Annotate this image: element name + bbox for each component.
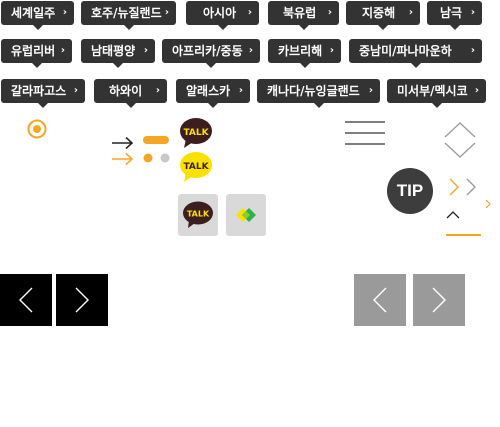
chevron-right-icon: › xyxy=(474,85,479,96)
chevron-right-icon: › xyxy=(327,7,332,18)
arrow-right-orange-icon xyxy=(111,152,135,166)
chevron-right-icon: › xyxy=(73,85,78,96)
hamburger-menu-icon[interactable] xyxy=(345,121,385,145)
tag-africa-middle-east[interactable]: 아프리카/중동 › xyxy=(162,39,260,68)
prev-button-dark[interactable] xyxy=(0,274,52,326)
kakaotalk-button-icon: TALK xyxy=(182,201,214,229)
kakaotalk-bubble-yellow-icon: TALK xyxy=(179,151,213,183)
tag-label: 지중해 xyxy=(362,6,396,20)
chevron-right-icon: › xyxy=(247,7,252,18)
tag-europe-river[interactable]: 유럽리버 › xyxy=(1,39,72,68)
tag-label: 캐나다/뉴잉글랜드 xyxy=(267,84,360,98)
tag-world-cruise[interactable]: 세계일주 › xyxy=(1,1,74,30)
chevron-right-icon: › xyxy=(155,85,160,96)
chevron-right-icon: › xyxy=(164,7,169,18)
next-arrow-icon xyxy=(432,287,446,313)
chevron-right-gray-icon[interactable] xyxy=(465,177,477,197)
chevron-right-icon: › xyxy=(238,85,243,96)
tag-south-pacific[interactable]: 남태평양 › xyxy=(81,39,155,68)
tag-caribbean[interactable]: 카브리해 › xyxy=(268,39,341,68)
kakaotalk-button[interactable]: TALK xyxy=(178,194,218,236)
tag-label: 유럽리버 xyxy=(11,44,56,58)
slider-dots-icon xyxy=(143,136,173,166)
chevron-up-outline-icon[interactable] xyxy=(444,121,476,139)
talk-text: TALK xyxy=(183,162,209,172)
chevron-right-icon: › xyxy=(470,45,475,56)
tag-northern-europe[interactable]: 북유럽 › xyxy=(268,1,339,30)
prev-button-gray[interactable] xyxy=(354,274,406,326)
chevron-down-outline-icon[interactable] xyxy=(444,141,476,159)
talk-text: TALK xyxy=(183,128,209,138)
tag-label: 미서부/멕시코 xyxy=(397,84,468,98)
chevron-right-icon: › xyxy=(470,7,475,18)
tag-hawaii[interactable]: 하와이 › xyxy=(94,79,167,108)
tag-label: 카브리해 xyxy=(278,44,323,58)
kakao-channel-button[interactable] xyxy=(226,194,266,236)
tag-antarctica[interactable]: 남극 › xyxy=(427,1,482,30)
tip-badge[interactable]: TIP xyxy=(387,168,433,214)
chevron-right-icon: › xyxy=(143,45,148,56)
arrow-right-dark-icon xyxy=(111,136,135,150)
chevron-right-icon: › xyxy=(408,7,413,18)
radio-target-icon[interactable] xyxy=(27,119,47,139)
tag-canada-new-england[interactable]: 캐나다/뉴잉글랜드 › xyxy=(257,79,380,108)
next-button-dark[interactable] xyxy=(56,274,108,326)
tag-central-south-america-panama[interactable]: 중남미/파나마운하 › xyxy=(349,39,482,68)
tag-label: 남극 xyxy=(440,6,463,20)
tag-label: 아시아 xyxy=(203,6,237,20)
tag-asia[interactable]: 아시아 › xyxy=(186,1,259,30)
kakaotalk-bubble-icon: TALK xyxy=(179,117,213,149)
tag-label: 아프리카/중동 xyxy=(172,44,243,58)
tag-label: 알래스카 xyxy=(186,84,231,98)
tag-australia-newzealand[interactable]: 호주/뉴질랜드 › xyxy=(81,1,176,30)
next-arrow-icon xyxy=(75,287,89,313)
kakao-channel-button-icon xyxy=(232,203,260,227)
tag-us-west-mexico[interactable]: 미서부/멕시코 › xyxy=(387,79,486,108)
talk-text: TALK xyxy=(187,210,210,219)
prev-arrow-icon xyxy=(373,287,387,313)
tag-galapagos[interactable]: 갈라파고스 › xyxy=(1,79,85,108)
chevron-right-icon: › xyxy=(368,85,373,96)
tag-label: 북유럽 xyxy=(283,6,317,20)
tag-label: 호주/뉴질랜드 xyxy=(91,6,162,20)
chevron-right-icon: › xyxy=(248,45,253,56)
chevron-right-icon: › xyxy=(62,7,67,18)
next-button-gray[interactable] xyxy=(413,274,465,326)
tag-label: 중남미/파나마운하 xyxy=(359,44,452,58)
tag-label: 하와이 xyxy=(109,84,143,98)
chevron-right-small-orange-icon[interactable] xyxy=(485,199,491,209)
tag-label: 남태평양 xyxy=(91,44,136,58)
tag-alaska[interactable]: 알래스카 › xyxy=(176,79,250,108)
tag-label: 갈라파고스 xyxy=(11,84,67,98)
chevron-right-icon: › xyxy=(60,45,65,56)
chevron-right-orange-icon[interactable] xyxy=(448,177,460,197)
tag-mediterranean[interactable]: 지중해 › xyxy=(346,1,420,30)
orange-underline xyxy=(446,234,481,236)
tip-label: TIP xyxy=(396,181,424,200)
prev-arrow-icon xyxy=(19,287,33,313)
chevron-up-icon[interactable] xyxy=(446,210,460,220)
chevron-right-icon: › xyxy=(329,45,334,56)
tag-label: 세계일주 xyxy=(11,6,56,20)
